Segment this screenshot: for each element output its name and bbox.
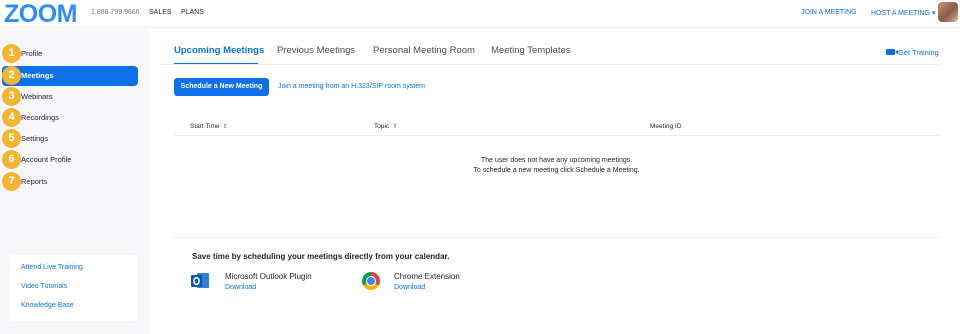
attend-live-training-link[interactable]: Attend Live Training xyxy=(21,264,83,271)
sort-icon: ⇕ xyxy=(222,124,228,130)
step-badge: 4 xyxy=(2,108,21,127)
join-meeting-link[interactable]: JOIN A MEETING xyxy=(801,9,857,16)
sidebar-item-recordings[interactable]: 4 Recordings xyxy=(2,108,138,128)
calendar-section-title: Save time by scheduling your meetings di… xyxy=(192,252,450,261)
column-header-label: Meeting ID xyxy=(650,123,682,130)
column-header-start-time[interactable]: Start Time ⇕ xyxy=(190,123,228,130)
outlook-plugin-name: Microsoft Outlook Plugin xyxy=(225,272,312,281)
column-header-meeting-id: Meeting ID xyxy=(650,123,681,130)
column-header-topic[interactable]: Topic ⇕ xyxy=(374,123,397,130)
sidebar-item-webinars[interactable]: 3 Webinars xyxy=(2,87,138,107)
step-badge: 2 xyxy=(2,66,21,85)
sidebar-item-account-profile[interactable]: 6 Account Profile xyxy=(2,150,138,170)
column-header-label: Topic xyxy=(374,123,390,130)
sidebar-item-label: Webinars xyxy=(21,92,53,101)
sidebar-item-label: Settings xyxy=(21,134,49,143)
get-training-label: Get Training xyxy=(898,48,939,57)
sidebar-item-label: Account Profile xyxy=(21,155,72,164)
video-tutorials-link[interactable]: Video Tutorials xyxy=(21,283,67,290)
sidebar-item-settings[interactable]: 5 Settings xyxy=(2,129,138,149)
sidebar-item-reports[interactable]: 7 Reports xyxy=(2,172,138,192)
tab-meeting-templates[interactable]: Meeting Templates xyxy=(491,45,571,56)
host-meeting-menu[interactable]: HOST A MEETING ▾ xyxy=(871,9,935,17)
step-badge: 3 xyxy=(2,87,21,106)
step-badge: 1 xyxy=(2,44,21,63)
chrome-icon xyxy=(362,272,380,290)
sidebar-item-meetings[interactable]: 2 Meetings xyxy=(2,66,138,86)
get-training-link[interactable]: Get Training xyxy=(886,48,939,57)
tabs-divider xyxy=(160,64,940,65)
tab-previous-meetings[interactable]: Previous Meetings xyxy=(277,45,355,56)
sidebar-item-label: Reports xyxy=(21,177,48,186)
tab-personal-meeting-room[interactable]: Personal Meeting Room xyxy=(373,45,475,56)
sidebar-item-label: Recordings xyxy=(21,113,59,122)
chrome-download-link[interactable]: Download xyxy=(394,284,425,291)
nav-plans[interactable]: PLANS xyxy=(181,9,204,16)
sidebar: 1 Profile 2 Meetings 3 Webinars 4 Record… xyxy=(0,29,149,334)
empty-state-message: The user does not have any upcoming meet… xyxy=(480,157,633,164)
schedule-meeting-button[interactable]: Schedule a New Meeting xyxy=(174,78,269,96)
step-badge: 7 xyxy=(2,172,21,191)
help-links-panel: Attend Live Training Video Tutorials Kno… xyxy=(10,255,138,321)
outlook-icon xyxy=(191,273,209,288)
tab-upcoming-meetings[interactable]: Upcoming Meetings xyxy=(174,45,264,56)
step-badge: 5 xyxy=(2,129,21,148)
sidebar-item-label: Meetings xyxy=(21,71,54,80)
outlook-download-link[interactable]: Download xyxy=(225,284,256,291)
column-header-label: Start Time xyxy=(190,123,220,130)
avatar[interactable] xyxy=(938,2,958,22)
chrome-extension-name: Chrome Extension xyxy=(394,272,460,281)
join-h323-link[interactable]: Join a meeting from an H.323/SIP room sy… xyxy=(278,83,425,90)
empty-state-hint: To schedule a new meeting click Schedule… xyxy=(473,167,640,174)
sidebar-item-profile[interactable]: 1 Profile xyxy=(2,44,138,64)
nav-sales[interactable]: SALES xyxy=(149,9,172,16)
table-header-divider xyxy=(174,135,939,136)
top-bar: ZOOM 1.888.799.9666 SALES PLANS JOIN A M… xyxy=(0,0,960,28)
zoom-logo[interactable]: ZOOM xyxy=(4,0,78,28)
sales-phone: 1.888.799.9666 xyxy=(91,9,140,16)
sidebar-item-label: Profile xyxy=(21,49,43,58)
calendar-divider xyxy=(174,237,939,238)
sort-icon: ⇕ xyxy=(392,124,398,130)
knowledge-base-link[interactable]: Knowledge Base xyxy=(21,302,74,309)
step-badge: 6 xyxy=(2,150,21,169)
video-camera-icon xyxy=(886,49,898,55)
